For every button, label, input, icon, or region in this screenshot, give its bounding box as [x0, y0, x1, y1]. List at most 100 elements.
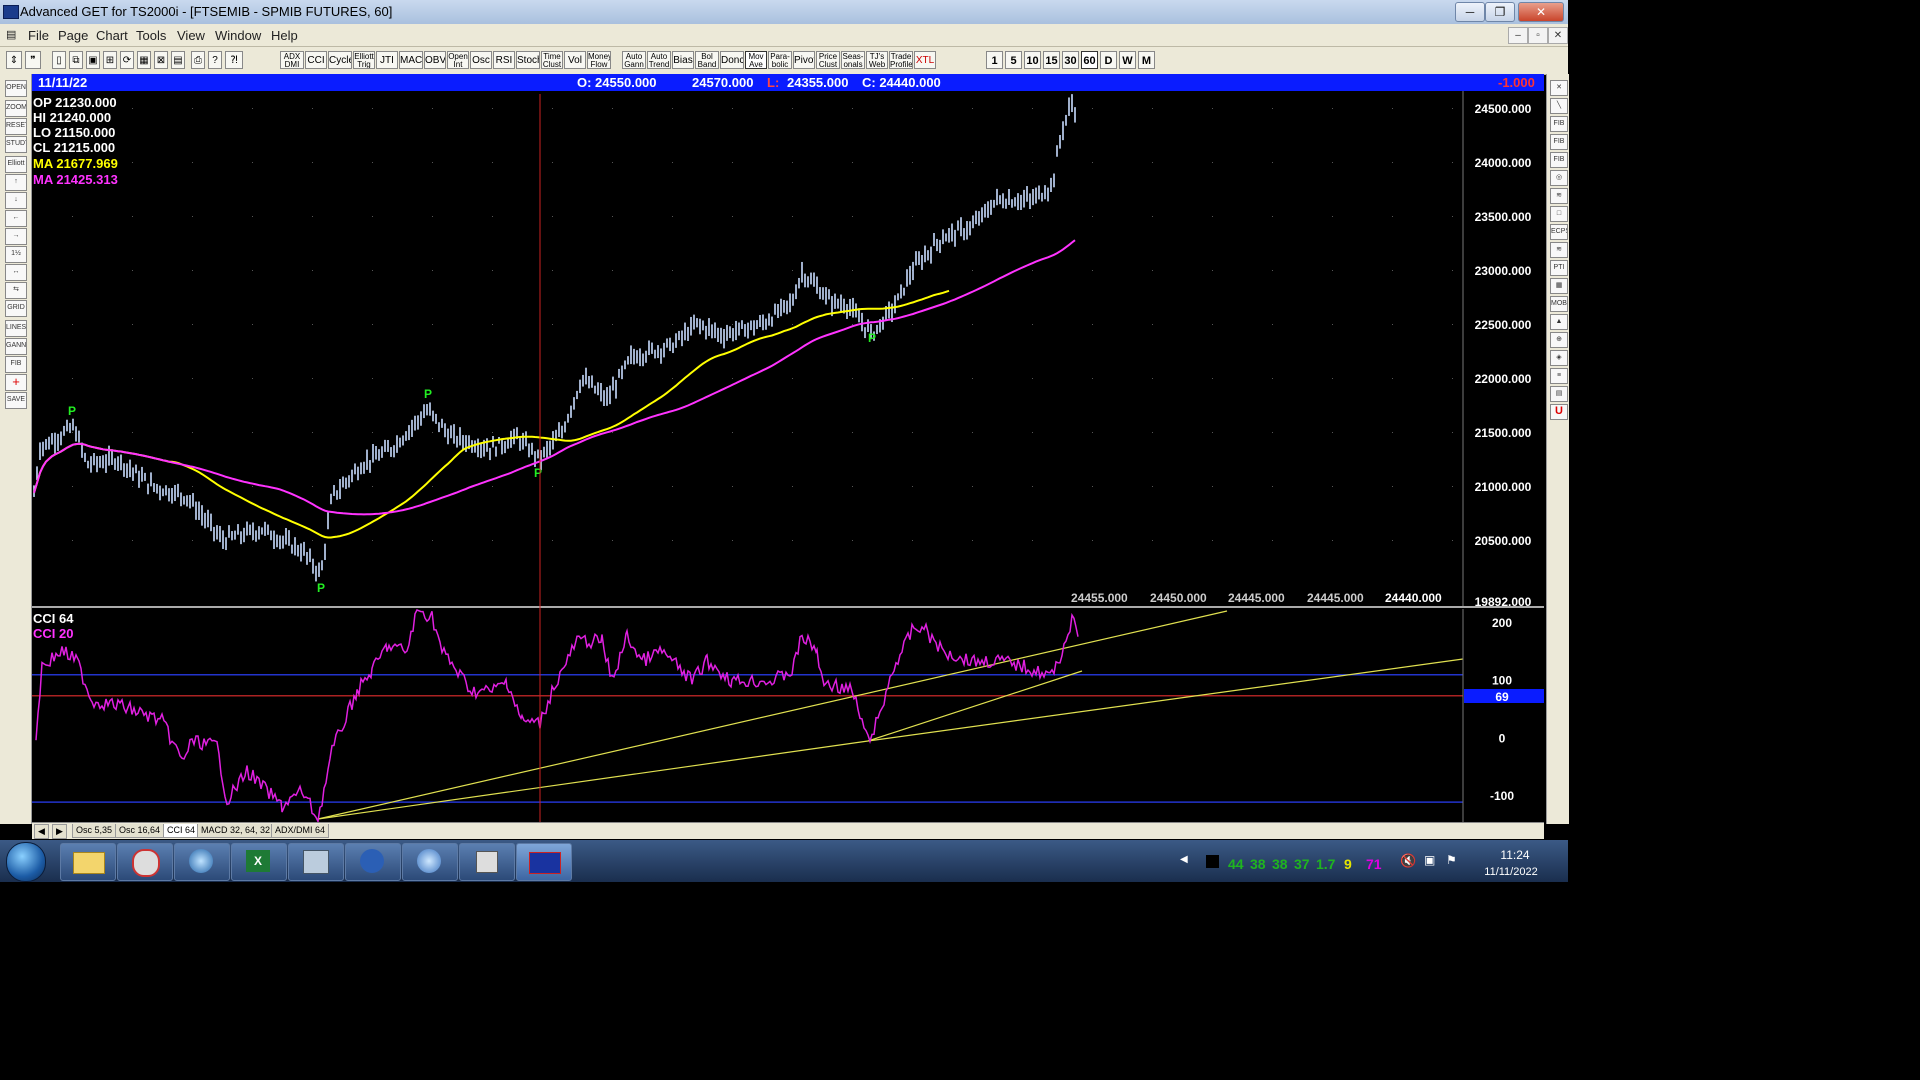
left-tool-12[interactable]: GRID: [5, 300, 27, 317]
study-button-bias[interactable]: Bias: [672, 51, 694, 69]
taskbar-advanced-get-icon[interactable]: [516, 843, 572, 881]
interval-button-15[interactable]: 15: [1043, 51, 1060, 69]
taskbar-folder-icon[interactable]: [60, 843, 116, 881]
tray-number-5[interactable]: 9: [1344, 856, 1352, 872]
study-button-rsi[interactable]: RSI: [493, 51, 515, 69]
tray-network-icon[interactable]: ▣: [1424, 853, 1435, 867]
study-button-stoch[interactable]: Stoch: [516, 51, 540, 69]
interval-button-d[interactable]: D: [1100, 51, 1117, 69]
study-button-open-int[interactable]: Open Int: [447, 51, 469, 69]
left-tool-9[interactable]: 1½: [5, 246, 27, 263]
maximize-button[interactable]: ❐: [1485, 2, 1515, 22]
right-tool-7[interactable]: □: [1550, 206, 1568, 222]
study-button-adx-dmi[interactable]: ADX DMI: [280, 51, 304, 69]
left-tool-16[interactable]: +: [5, 374, 27, 391]
study-button-macd[interactable]: MACD: [399, 51, 423, 69]
study-button-auto-gann[interactable]: Auto Gann: [622, 51, 646, 69]
left-tool-17[interactable]: SAVE: [5, 392, 27, 409]
tab-osc-5-35[interactable]: Osc 5,35: [72, 824, 117, 838]
help-icon[interactable]: ?: [208, 51, 222, 69]
taskbar-media-icon[interactable]: [345, 843, 401, 881]
study-button-para-bolic[interactable]: Para- bolic: [768, 51, 792, 69]
tray-flag-icon[interactable]: ⚑: [1446, 853, 1457, 867]
tray-volume-icon[interactable]: 🔇: [1400, 853, 1416, 869]
left-tool-6[interactable]: ↓: [5, 192, 27, 209]
study-button-pivot[interactable]: Pivot: [793, 51, 815, 69]
taskbar-browser-icon[interactable]: [402, 843, 458, 881]
study-button-money-flow[interactable]: Money Flow: [587, 51, 611, 69]
print-icon[interactable]: ⎙: [191, 51, 205, 69]
left-tool-3[interactable]: STUDY: [5, 136, 27, 153]
interval-button-5[interactable]: 5: [1005, 51, 1022, 69]
study-button-osc[interactable]: Osc: [470, 51, 492, 69]
menu-file[interactable]: File: [28, 28, 49, 43]
left-tool-5[interactable]: ↑: [5, 174, 27, 191]
tab-macd[interactable]: MACD 32, 64, 32: [197, 824, 275, 838]
left-tool-13[interactable]: LINES: [5, 320, 27, 337]
interval-button-60[interactable]: 60: [1081, 51, 1098, 69]
grid-icon[interactable]: ▤: [171, 51, 185, 69]
mdi-close-button[interactable]: ✕: [1548, 27, 1568, 44]
interval-button-1[interactable]: 1: [986, 51, 1003, 69]
menu-chart[interactable]: Chart: [96, 28, 128, 43]
menu-tools[interactable]: Tools: [136, 28, 166, 43]
left-tool-1[interactable]: ZOOM: [5, 100, 27, 117]
right-tool-2[interactable]: FIB RET: [1550, 116, 1568, 132]
right-tool-18[interactable]: U: [1550, 404, 1568, 420]
taskbar-compass-icon[interactable]: [117, 843, 173, 881]
refresh-icon[interactable]: ⟳: [120, 51, 134, 69]
study-button-obv[interactable]: OBV: [424, 51, 446, 69]
study-button-time-clust[interactable]: Time Clust: [541, 51, 563, 69]
quote-icon[interactable]: ❞: [25, 51, 41, 69]
tile-icon[interactable]: ▦: [137, 51, 151, 69]
left-tool-10[interactable]: ↔: [5, 264, 27, 281]
right-tool-3[interactable]: FIB EXT: [1550, 134, 1568, 150]
study-button-vol[interactable]: Vol: [564, 51, 586, 69]
cross-icon[interactable]: ⊠: [154, 51, 168, 69]
right-tool-16[interactable]: ≡: [1550, 368, 1568, 384]
right-tool-4[interactable]: FIB TIME: [1550, 152, 1568, 168]
minimize-button[interactable]: ─: [1455, 2, 1485, 22]
study-button-cci[interactable]: CCI: [305, 51, 327, 69]
tray-time[interactable]: 11:24: [1480, 848, 1550, 862]
save-icon[interactable]: ▣: [86, 51, 100, 69]
context-help-icon[interactable]: ⁈: [225, 51, 243, 69]
menu-view[interactable]: View: [177, 28, 205, 43]
taskbar-tool-icon[interactable]: [459, 843, 515, 881]
study-button-price-clust[interactable]: Price Clust: [816, 51, 840, 69]
left-tool-8[interactable]: →: [5, 228, 27, 245]
menu-page[interactable]: Page: [58, 28, 88, 43]
left-tool-0[interactable]: OPEN: [5, 80, 27, 97]
chart-area[interactable]: P P P P P 24500.000 24000.000 23500.000 23000.0…: [32, 91, 1544, 824]
tab-adx-dmi[interactable]: ADX/DMI 64: [271, 824, 330, 838]
cursor-icon[interactable]: ⇕: [6, 51, 22, 69]
tray-number-4[interactable]: 1.7: [1316, 856, 1335, 872]
left-tool-4[interactable]: Elliott: [5, 156, 27, 173]
tab-osc-16-64[interactable]: Osc 16,64: [115, 824, 165, 838]
study-button-auto-trend[interactable]: Auto Trend: [647, 51, 671, 69]
tray-black-icon[interactable]: [1206, 855, 1219, 868]
interval-button-w[interactable]: W: [1119, 51, 1136, 69]
layout-icon[interactable]: ⊞: [103, 51, 117, 69]
tab-prev-button[interactable]: ◀: [34, 824, 49, 839]
left-tool-14[interactable]: GANN: [5, 338, 27, 355]
study-button-donch[interactable]: Donch: [720, 51, 744, 69]
study-button-mov-ave[interactable]: Mov Ave: [745, 51, 767, 69]
study-button-bol-band[interactable]: Bol Band: [695, 51, 719, 69]
tray-number-2[interactable]: 38: [1272, 856, 1288, 872]
tray-number-0[interactable]: 44: [1228, 856, 1244, 872]
start-button[interactable]: [6, 842, 46, 882]
study-button-cycles[interactable]: Cycles: [328, 51, 352, 69]
tray-expand-icon[interactable]: ◀: [1180, 854, 1188, 865]
right-tool-0[interactable]: ✕: [1550, 80, 1568, 96]
study-button-tj-s-web[interactable]: TJ's Web: [866, 51, 888, 69]
mdi-minimize-button[interactable]: –: [1508, 27, 1528, 44]
right-tool-17[interactable]: ▤: [1550, 386, 1568, 402]
study-button-trade-profile[interactable]: Trade Profile: [889, 51, 913, 69]
taskbar-network-icon[interactable]: [288, 843, 344, 881]
taskbar-excel-icon[interactable]: X: [231, 843, 287, 881]
tab-next-button[interactable]: ▶: [52, 824, 67, 839]
menu-window[interactable]: Window: [215, 28, 261, 43]
tray-number-3[interactable]: 37: [1294, 856, 1310, 872]
right-tool-5[interactable]: ◎: [1550, 170, 1568, 186]
